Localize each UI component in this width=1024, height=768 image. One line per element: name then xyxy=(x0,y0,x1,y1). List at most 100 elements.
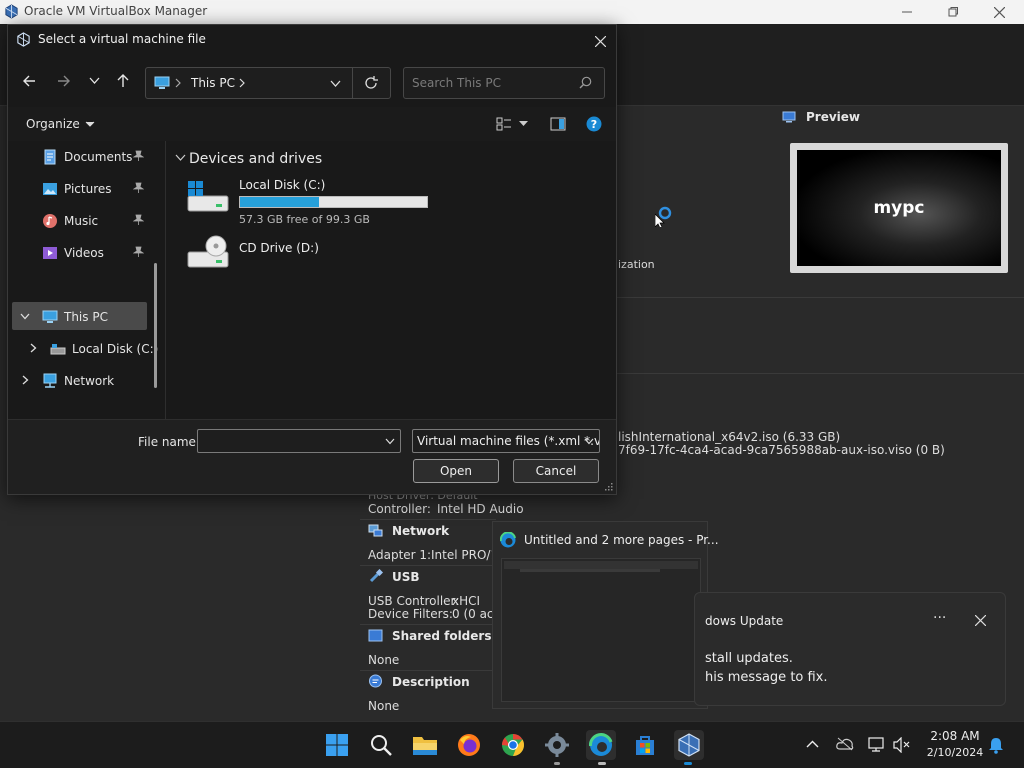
pin-icon[interactable] xyxy=(133,214,144,225)
nav-item-this-pc[interactable]: This PC xyxy=(42,303,108,331)
thumbnail-addressbar xyxy=(520,569,660,572)
audio-controller-value: Intel HD Audio xyxy=(437,502,524,516)
drive-usage-fill xyxy=(240,197,320,207)
drive-item-local-disk[interactable]: Local Disk (C:) 57.3 GB free of 99.3 GB xyxy=(186,177,446,227)
expand-chevron-right-icon[interactable] xyxy=(22,375,29,385)
virtualbox-icon[interactable] xyxy=(674,730,704,760)
clock-time[interactable]: 2:08 AM xyxy=(925,729,985,743)
svg-text:?: ? xyxy=(591,118,597,131)
nav-item-documents[interactable]: Documents xyxy=(42,143,132,171)
view-chevron-down-icon[interactable] xyxy=(519,121,528,127)
nav-item-music[interactable]: Music xyxy=(42,207,98,235)
usb-controller-value: xHCI xyxy=(452,594,481,608)
organize-menu-button[interactable]: Organize xyxy=(26,117,95,131)
toast-body-line2: his message to fix. xyxy=(705,670,828,685)
this-pc-icon xyxy=(154,76,170,91)
expand-chevron-right-icon[interactable] xyxy=(30,343,37,353)
organize-label: Organize xyxy=(26,117,80,131)
chrome-icon[interactable] xyxy=(498,730,528,760)
search-icon[interactable] xyxy=(579,76,592,89)
address-breadcrumb[interactable]: This PC xyxy=(191,76,235,90)
search-box[interactable] xyxy=(403,67,605,99)
settings-gear-icon[interactable] xyxy=(542,730,572,760)
file-list: Devices and drives Local Disk (C:) 57.3 … xyxy=(166,141,616,419)
microsoft-store-icon[interactable] xyxy=(630,730,660,760)
back-arrow-icon[interactable] xyxy=(22,74,36,88)
pin-icon[interactable] xyxy=(133,246,144,257)
maximize-button[interactable] xyxy=(930,0,976,24)
address-history-chevron-down-icon[interactable] xyxy=(330,80,341,88)
documents-icon xyxy=(44,149,56,165)
edge-window-preview[interactable]: Untitled and 2 more pages - Pr... xyxy=(492,521,719,709)
view-options-icon[interactable] xyxy=(496,116,512,132)
network-icon xyxy=(368,523,383,538)
volume-muted-icon[interactable] xyxy=(893,737,911,753)
preview-pane-icon[interactable] xyxy=(550,116,566,132)
recent-chevron-down-icon[interactable] xyxy=(89,77,100,85)
file-name-chevron-down-icon[interactable] xyxy=(385,438,395,445)
storage-iso-line: lishInternational_x64v2.iso (6.33 GB) xyxy=(618,430,841,444)
running-indicator xyxy=(598,762,606,765)
divider xyxy=(360,670,496,671)
vm-preview: mypc xyxy=(790,143,1008,273)
local-disk-icon xyxy=(50,344,66,355)
search-icon[interactable] xyxy=(366,730,396,760)
edge-icon xyxy=(500,532,516,548)
dialog-close-button[interactable] xyxy=(590,31,610,51)
network-status-icon[interactable] xyxy=(868,737,886,753)
clock-date[interactable]: 2/10/2024 xyxy=(921,746,989,759)
address-bar[interactable]: This PC xyxy=(145,67,391,99)
toast-body-line1: stall updates. xyxy=(705,651,793,666)
select-vm-file-dialog: Select a virtual machine file This PC Se… xyxy=(7,24,617,495)
pin-icon[interactable] xyxy=(133,182,144,193)
window-title: Oracle VM VirtualBox Manager xyxy=(24,4,208,18)
videos-icon xyxy=(43,247,57,259)
close-window-button[interactable] xyxy=(976,0,1022,24)
notification-bell-icon[interactable] xyxy=(988,737,1004,754)
windows-update-notification[interactable]: dows Update ··· stall updates. his messa… xyxy=(694,592,1006,706)
firefox-icon[interactable] xyxy=(454,730,484,760)
up-arrow-icon[interactable] xyxy=(116,73,130,88)
shared-folders-section-title: Shared folders xyxy=(392,629,492,643)
refresh-icon[interactable] xyxy=(364,76,378,90)
file-type-filter-select[interactable]: Virtual machine files (*.xml *.vb xyxy=(412,429,600,453)
show-hidden-icons-chevron-up-icon[interactable] xyxy=(806,740,819,748)
onedrive-cloud-icon[interactable] xyxy=(836,737,854,751)
loading-cursor-icon xyxy=(655,205,673,227)
breadcrumb-chevron-icon[interactable] xyxy=(239,78,245,88)
edge-icon[interactable] xyxy=(586,730,616,760)
preview-title: Preview xyxy=(806,110,861,124)
toast-more-button[interactable]: ··· xyxy=(933,610,946,626)
nav-item-videos[interactable]: Videos xyxy=(42,239,104,267)
file-type-filter-value: Virtual machine files (*.xml *.vb xyxy=(417,434,600,448)
organize-chevron-down-icon xyxy=(85,121,95,127)
drive-free-space: 57.3 GB free of 99.3 GB xyxy=(239,213,370,226)
nav-item-local-disk[interactable]: Local Disk (C:) xyxy=(50,335,158,363)
filter-chevron-down-icon[interactable] xyxy=(584,438,594,445)
open-button[interactable]: Open xyxy=(413,459,499,483)
cancel-button[interactable]: Cancel xyxy=(513,459,599,483)
expand-chevron-down-icon[interactable] xyxy=(20,313,30,320)
file-name-combobox[interactable] xyxy=(197,429,401,453)
toast-close-icon[interactable] xyxy=(975,615,986,626)
divider xyxy=(360,565,496,566)
cd-drive-icon xyxy=(186,235,230,271)
forward-arrow-icon[interactable] xyxy=(57,74,71,88)
resize-grip-icon[interactable] xyxy=(605,483,613,491)
file-explorer-icon[interactable] xyxy=(410,730,440,760)
description-value: None xyxy=(368,699,400,713)
nav-scrollbar[interactable] xyxy=(154,263,157,388)
running-indicator xyxy=(554,762,560,765)
search-input[interactable] xyxy=(412,76,572,90)
start-windows-icon[interactable] xyxy=(322,730,352,760)
help-icon[interactable]: ? xyxy=(586,116,602,132)
section-label-partial: ization xyxy=(618,258,655,271)
edge-window-thumbnail[interactable] xyxy=(501,558,701,702)
nav-item-pictures[interactable]: Pictures xyxy=(42,175,112,203)
minimize-button[interactable] xyxy=(884,0,930,24)
group-collapse-chevron-icon[interactable] xyxy=(175,154,186,162)
usb-filters-label: Device Filters: xyxy=(368,607,453,621)
pin-icon[interactable] xyxy=(133,150,144,161)
drive-item-cd-drive[interactable]: CD Drive (D:) xyxy=(186,235,446,275)
nav-item-network[interactable]: Network xyxy=(42,367,114,395)
